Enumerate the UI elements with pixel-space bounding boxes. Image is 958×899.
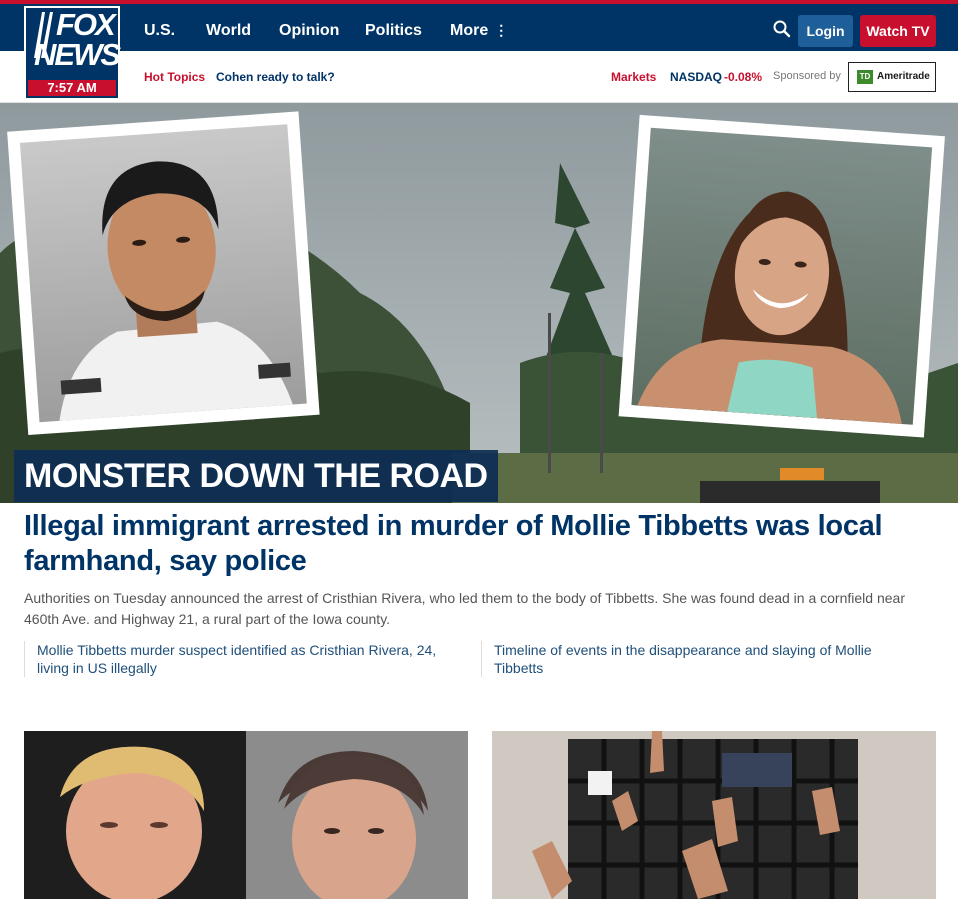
hero-image[interactable] xyxy=(0,103,958,503)
story-summary: Authorities on Tuesday announced the arr… xyxy=(24,590,905,627)
watch-tv-button[interactable]: Watch TV xyxy=(860,15,936,47)
main-nav-bar: U.S. World Opinion Politics More ⋮ Login … xyxy=(0,4,958,51)
nav-politics[interactable]: Politics xyxy=(365,22,422,40)
story-thumbnail-left[interactable] xyxy=(24,731,468,899)
fox-news-logo[interactable]: FOX NEWS 7:57 AM xyxy=(24,6,121,100)
sponsored-label: Sponsored by xyxy=(773,70,841,82)
nav-more-label: More xyxy=(450,22,489,39)
thumbnail-two-portraits xyxy=(24,731,468,899)
nasdaq-change: -0.08% xyxy=(724,70,763,84)
logo-clock: 7:57 AM xyxy=(28,80,116,96)
sponsor-name: Ameritrade xyxy=(877,71,930,82)
nav-opinion[interactable]: Opinion xyxy=(279,22,339,40)
nav-world[interactable]: World xyxy=(206,22,251,40)
hero-banner[interactable]: MONSTER DOWN THE ROAD xyxy=(14,450,498,502)
hot-topics-label: Hot Topics xyxy=(144,70,206,84)
td-logo-mark: TD xyxy=(857,70,873,84)
markets-link[interactable]: Markets xyxy=(611,70,656,84)
nav-more[interactable]: More ⋮ xyxy=(450,22,508,40)
login-button[interactable]: Login xyxy=(798,15,853,47)
sub-nav-bar: Hot Topics Cohen ready to talk? Markets … xyxy=(0,51,958,103)
logo-news-text: NEWS xyxy=(34,37,121,72)
nasdaq-label[interactable]: NASDAQ xyxy=(670,70,722,84)
vertical-dots-icon: ⋮ xyxy=(494,22,509,38)
hot-topic-link[interactable]: Cohen ready to talk? xyxy=(216,70,335,84)
story-thumbnail-right[interactable] xyxy=(492,731,936,899)
nav-us[interactable]: U.S. xyxy=(144,22,175,40)
sponsor-logo[interactable]: TD Ameritrade xyxy=(848,62,936,92)
thumbnail-prison-window xyxy=(492,731,936,899)
logo-fox-text: FOX xyxy=(56,7,116,42)
search-icon[interactable] xyxy=(772,19,792,39)
related-link[interactable]: Timeline of events in the disappearance … xyxy=(481,641,911,677)
related-link[interactable]: Mollie Tibbetts murder suspect identifie… xyxy=(24,641,454,677)
hero-photo-illustration xyxy=(0,103,958,503)
main-headline[interactable]: Illegal immigrant arrested in murder of … xyxy=(24,509,924,579)
